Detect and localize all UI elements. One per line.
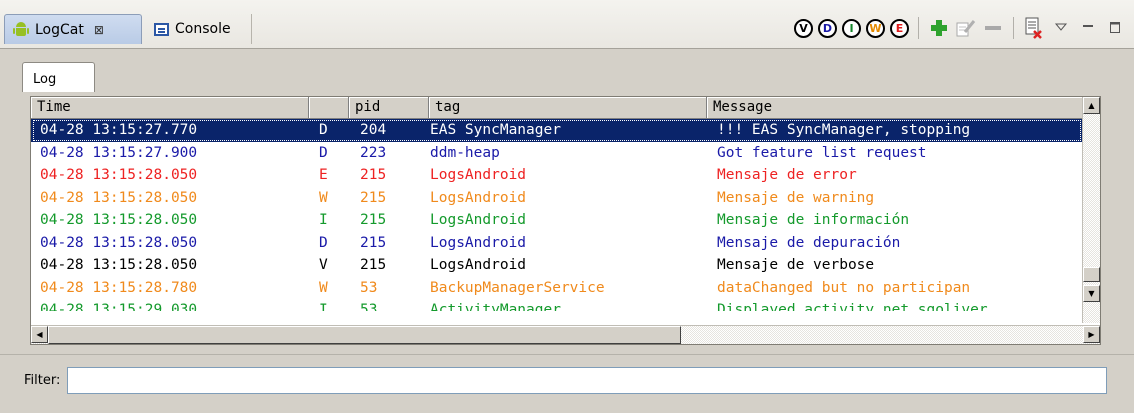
column-header-time[interactable]: Time bbox=[31, 97, 309, 118]
maximize-icon[interactable] bbox=[1104, 17, 1126, 39]
pid-cell: 215 bbox=[360, 257, 387, 273]
minimize-icon[interactable] bbox=[1077, 17, 1099, 39]
pid-cell: 215 bbox=[360, 212, 387, 228]
horizontal-scrollbar-thumb[interactable] bbox=[48, 326, 681, 344]
level-cell: I bbox=[319, 212, 328, 228]
view-menu-icon[interactable] bbox=[1050, 17, 1072, 39]
tag-cell: EAS SyncManager bbox=[430, 122, 561, 138]
tag-cell: LogsAndroid bbox=[430, 212, 527, 228]
debug-filter-icon[interactable]: D bbox=[818, 18, 837, 38]
pid-cell: 215 bbox=[360, 167, 387, 183]
tag-cell: LogsAndroid bbox=[430, 234, 527, 251]
scroll-up-icon[interactable]: ▲ bbox=[1083, 97, 1100, 114]
filter-input[interactable] bbox=[67, 367, 1107, 394]
remove-filter-icon[interactable] bbox=[982, 17, 1004, 39]
warning-filter-icon[interactable]: W bbox=[866, 18, 885, 38]
toolbar-separator bbox=[918, 17, 919, 39]
level-cell: D bbox=[319, 234, 328, 251]
column-header-level[interactable] bbox=[309, 97, 349, 118]
table-row[interactable]: 04-28 13:15:27.770 D 204 EAS SyncManager!!!… bbox=[31, 119, 1083, 142]
table-row[interactable]: 04-28 13:15:27.900 D 223 ddm-heap Got featur… bbox=[31, 142, 1083, 165]
message-cell: dataChanged but no participan bbox=[717, 279, 971, 296]
table-row[interactable]: 04-28 13:15:28.050 I 215 LogsAndroid Mensaje… bbox=[31, 209, 1083, 232]
log-rows: 04-28 13:15:27.770 D 204 EAS SyncManager!!!… bbox=[31, 119, 1083, 311]
tag-cell: BackupManagerService bbox=[430, 279, 605, 296]
table-row[interactable]: 04-28 13:15:28.050 E 215 LogsAndroid Mensaje… bbox=[31, 164, 1083, 187]
level-cell: I bbox=[319, 302, 328, 311]
pid-cell: 53 bbox=[360, 279, 378, 296]
message-cell: Displayed activity net.sgoliver bbox=[717, 302, 988, 311]
toolbar-separator bbox=[1013, 17, 1014, 39]
table-row[interactable]: 04-28 13:15:28.780 W 53 BackupManagerServic… bbox=[31, 277, 1083, 300]
table-row[interactable]: 04-28 13:15:28.050 D 215 LogsAndroid Mensaje… bbox=[31, 232, 1083, 255]
level-cell: D bbox=[319, 144, 328, 161]
error-filter-icon[interactable]: E bbox=[890, 18, 909, 38]
tab-log[interactable]: Log bbox=[22, 62, 95, 92]
clear-log-icon[interactable] bbox=[1023, 17, 1045, 39]
time-cell: 04-28 13:15:27.900 bbox=[40, 144, 198, 161]
time-cell: 04-28 13:15:29.030 bbox=[40, 302, 198, 311]
message-cell: Mensaje de verbose bbox=[717, 257, 875, 273]
time-cell: 04-28 13:15:28.050 bbox=[40, 234, 198, 251]
column-header-pid[interactable]: pid bbox=[349, 97, 429, 118]
tag-cell: ddm-heap bbox=[430, 144, 500, 161]
tag-cell: LogsAndroid bbox=[430, 167, 527, 183]
tab-console[interactable]: Console bbox=[146, 14, 252, 44]
time-cell: 04-28 13:15:28.050 bbox=[40, 257, 198, 273]
filter-label: Filter: bbox=[24, 373, 61, 388]
time-cell: 04-28 13:15:28.050 bbox=[40, 189, 198, 206]
pid-cell: 53 bbox=[360, 302, 378, 311]
level-cell: D bbox=[319, 122, 328, 138]
message-cell: Mensaje de error bbox=[717, 167, 857, 183]
table-row[interactable]: 04-28 13:15:28.050 W 215 LogsAndroid Mensaje… bbox=[31, 187, 1083, 210]
level-cell: W bbox=[319, 189, 328, 206]
scroll-left-icon[interactable]: ◀ bbox=[31, 326, 48, 343]
message-cell: Got feature list request bbox=[717, 144, 927, 161]
filter-bar: Filter: bbox=[0, 354, 1134, 413]
tab-log-label: Log bbox=[33, 72, 57, 87]
pid-cell: 215 bbox=[360, 234, 387, 251]
time-cell: 04-28 13:15:27.770 bbox=[40, 122, 198, 138]
logcat-toolbar: V D I W E bbox=[794, 14, 1126, 42]
pid-cell: 204 bbox=[360, 122, 387, 138]
pid-cell: 223 bbox=[360, 144, 387, 161]
message-cell: Mensaje de depuración bbox=[717, 234, 901, 251]
column-header-message[interactable]: Message bbox=[707, 97, 1083, 118]
tag-cell: LogsAndroid bbox=[430, 189, 527, 206]
message-cell: !!! EAS SyncManager, stopping bbox=[717, 122, 971, 138]
message-cell: Mensaje de warning bbox=[717, 189, 875, 206]
level-cell: V bbox=[319, 257, 328, 273]
scroll-right-icon[interactable]: ▶ bbox=[1083, 326, 1100, 343]
close-icon[interactable]: ⊠ bbox=[94, 23, 104, 37]
edit-filter-icon[interactable] bbox=[955, 17, 977, 39]
table-row[interactable]: 04-28 13:15:29.030 I 53 ActivityManager Disp… bbox=[31, 299, 1083, 311]
column-header-tag[interactable]: tag bbox=[429, 97, 707, 118]
table-header: Time pid tag Message bbox=[31, 97, 1100, 119]
scroll-down-icon[interactable]: ▼ bbox=[1083, 285, 1100, 302]
time-cell: 04-28 13:15:28.050 bbox=[40, 212, 198, 228]
pid-cell: 215 bbox=[360, 189, 387, 206]
vertical-scrollbar[interactable]: ▲ ▼ bbox=[1082, 97, 1100, 323]
level-cell: W bbox=[319, 279, 328, 296]
add-filter-icon[interactable] bbox=[928, 17, 950, 39]
tab-console-label: Console bbox=[175, 21, 231, 37]
time-cell: 04-28 13:15:28.780 bbox=[40, 279, 198, 296]
tag-cell: LogsAndroid bbox=[430, 257, 527, 273]
info-filter-icon[interactable]: I bbox=[842, 18, 861, 38]
message-cell: Mensaje de información bbox=[717, 212, 910, 228]
tab-logcat-label: LogCat bbox=[35, 21, 84, 38]
tag-cell: ActivityManager bbox=[430, 302, 561, 311]
console-icon bbox=[154, 22, 169, 36]
horizontal-scrollbar[interactable]: ◀ ▶ bbox=[31, 325, 1100, 344]
log-table: Time pid tag Message 04-28 13:15:27.770 D… bbox=[30, 96, 1101, 345]
scrollbar-thumb[interactable] bbox=[1083, 267, 1100, 282]
level-cell: E bbox=[319, 167, 328, 183]
tab-logcat[interactable]: LogCat ⊠ bbox=[4, 14, 142, 44]
verbose-filter-icon[interactable]: V bbox=[794, 18, 813, 38]
time-cell: 04-28 13:15:28.050 bbox=[40, 167, 198, 183]
android-icon bbox=[13, 21, 29, 39]
view-tab-bar: LogCat ⊠ Console V D I W E bbox=[0, 0, 1134, 49]
table-row[interactable]: 04-28 13:15:28.050 V 215 LogsAndroid Mensaje… bbox=[31, 254, 1083, 277]
